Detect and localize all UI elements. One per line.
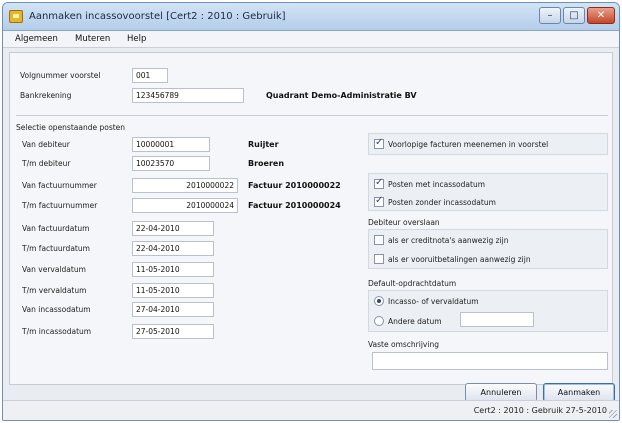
posten-zonder-checkbox[interactable]: [374, 195, 384, 207]
andere-datum-field[interactable]: [460, 312, 534, 327]
selection-title: Selectie openstaande posten: [16, 123, 126, 132]
status-text: Cert2 : 2010 : Gebruik 27-5-2010: [473, 406, 607, 415]
van-debiteur-name: Ruijter: [248, 140, 279, 149]
tm-vervaldatum-label: T/m vervaldatum: [22, 286, 87, 295]
tm-debiteur-name: Broeren: [248, 159, 285, 168]
minimize-button[interactable]: –: [539, 7, 561, 24]
tm-incassodatum-label: T/m incassodatum: [22, 327, 92, 336]
van-factuurnummer-desc: Factuur 2010000022: [248, 181, 341, 190]
van-debiteur-field[interactable]: 10000001: [132, 137, 210, 152]
van-incassodatum-field[interactable]: 27-04-2010: [132, 302, 214, 317]
voorlopige-facturen-checkbox[interactable]: [374, 137, 384, 149]
window-title: Aanmaken incassovoorstel [Cert2 : 2010 :…: [29, 11, 286, 22]
vooruitbetalingen-label: als er vooruitbetalingen aanwezig zijn: [388, 255, 531, 264]
van-factuurnummer-label: Van factuurnummer: [22, 181, 97, 190]
andere-datum-radio[interactable]: [374, 316, 384, 326]
volgnummer-label: Volgnummer voorstel: [20, 71, 101, 80]
tm-factuurnummer-label: T/m factuurnummer: [22, 201, 98, 210]
tm-factuurnummer-field[interactable]: 2010000024: [132, 198, 238, 213]
maximize-button[interactable]: □: [563, 7, 585, 24]
van-vervaldatum-field[interactable]: 11-05-2010: [132, 262, 214, 277]
van-vervaldatum-label: Van vervaldatum: [22, 265, 86, 274]
tm-factuurdatum-field[interactable]: 22-04-2010: [132, 241, 214, 256]
vooruitbetalingen-checkbox[interactable]: [374, 254, 384, 264]
incasso-of-vervaldatum-radio[interactable]: [374, 296, 384, 306]
tm-vervaldatum-field[interactable]: 11-05-2010: [132, 283, 214, 298]
incasso-of-vervaldatum-label: Incasso- of vervaldatum: [388, 297, 479, 306]
tm-debiteur-label: T/m debiteur: [22, 159, 71, 168]
divider: [16, 115, 608, 116]
tm-debiteur-field[interactable]: 10023570: [132, 156, 210, 171]
van-factuurdatum-field[interactable]: 22-04-2010: [132, 221, 214, 236]
tm-factuurnummer-desc: Factuur 2010000024: [248, 201, 341, 210]
vaste-omschrijving-title: Vaste omschrijving: [368, 340, 439, 349]
main-panel: Volgnummer voorstel 001 Bankrekening 123…: [9, 52, 613, 385]
menu-muteren[interactable]: Muteren: [75, 34, 110, 44]
menu-help[interactable]: Help: [127, 34, 146, 44]
creditnota-checkbox[interactable]: [374, 235, 384, 245]
bankrekening-label: Bankrekening: [20, 91, 72, 100]
bank-name: Quadrant Demo-Administratie BV: [266, 91, 417, 100]
creditnota-label: als er creditnota's aanwezig zijn: [388, 236, 509, 245]
window: Aanmaken incassovoorstel [Cert2 : 2010 :…: [2, 2, 620, 421]
van-incassodatum-label: Van incassodatum: [22, 305, 91, 314]
default-opdrachtdatum-title: Default-opdrachtdatum: [368, 279, 457, 288]
posten-met-label: Posten met incassodatum: [388, 180, 486, 189]
menu-algemeen[interactable]: Algemeen: [15, 34, 58, 44]
andere-datum-label: Andere datum: [388, 317, 442, 326]
volgnummer-field[interactable]: 001: [132, 68, 168, 83]
tm-factuurdatum-label: T/m factuurdatum: [22, 244, 90, 253]
app-icon: [9, 10, 23, 23]
resize-grip-icon[interactable]: [609, 410, 617, 418]
posten-zonder-label: Posten zonder incassodatum: [388, 198, 496, 207]
debiteur-overslaan-title: Debiteur overslaan: [368, 218, 440, 227]
posten-met-checkbox[interactable]: [374, 177, 384, 189]
bankrekening-field[interactable]: 123456789: [132, 88, 244, 103]
close-button[interactable]: ✕: [587, 7, 615, 24]
van-debiteur-label: Van debiteur: [22, 140, 70, 149]
status-bar: Cert2 : 2010 : Gebruik 27-5-2010: [3, 400, 619, 420]
vaste-omschrijving-field[interactable]: [372, 352, 608, 370]
van-factuurnummer-field[interactable]: 2010000022: [132, 178, 238, 193]
title-bar[interactable]: Aanmaken incassovoorstel [Cert2 : 2010 :…: [3, 3, 619, 31]
tm-incassodatum-field[interactable]: 27-05-2010: [132, 324, 214, 339]
menu-bar: Algemeen Muteren Help: [3, 31, 619, 48]
van-factuurdatum-label: Van factuurdatum: [22, 224, 90, 233]
voorlopige-facturen-label: Voorlopige facturen meenemen in voorstel: [388, 140, 549, 149]
